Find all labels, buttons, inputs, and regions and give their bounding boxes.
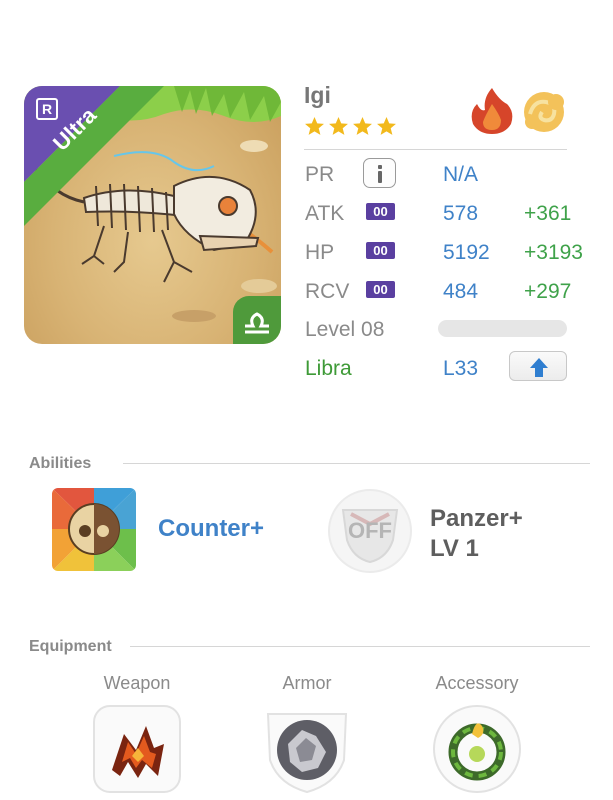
info-icon (378, 165, 382, 169)
ability-level: LV 1 (430, 535, 479, 562)
zodiac-label: Libra (305, 357, 352, 380)
arrow-up-icon (530, 358, 548, 377)
atk-bonus: +361 (524, 202, 572, 225)
hp-bonus: +3193 (524, 241, 583, 264)
accessory-icon[interactable] (432, 704, 522, 794)
rcv-plus-badge: 00 (366, 281, 395, 298)
ability-off-icon[interactable]: OFF (327, 488, 413, 574)
star-rating (304, 116, 397, 137)
wind-icon (524, 92, 564, 132)
star-icon (329, 117, 348, 135)
star-icon (305, 117, 324, 135)
off-badge-text: OFF (348, 518, 392, 543)
rcv-bonus: +297 (524, 280, 572, 303)
xp-bar (438, 320, 567, 337)
accessory-label: Accessory (435, 673, 519, 693)
divider (304, 149, 567, 150)
weapon-label: Weapon (103, 673, 171, 693)
secondary-ability-name: Panzer+ LV 1 (430, 504, 523, 564)
atk-plus-badge: 00 (366, 203, 395, 220)
counter-ability-icon[interactable] (52, 488, 136, 571)
ability-name: Counter+ (158, 515, 265, 542)
monster-name: Igi (304, 82, 331, 108)
zodiac-upgrade-button[interactable] (509, 351, 567, 381)
atk-label: ATK (305, 202, 345, 225)
divider (123, 463, 590, 464)
star-icon (353, 117, 372, 135)
rarity-icon: R (36, 98, 58, 120)
hp-label: HP (305, 241, 335, 264)
weapon-icon[interactable] (92, 704, 182, 794)
pr-label: PR (305, 163, 335, 186)
divider (130, 646, 590, 647)
star-icon (377, 117, 396, 135)
monster-portrait[interactable]: R Ultra (24, 86, 281, 344)
armor-label: Armor (282, 673, 332, 693)
rcv-value: 484 (443, 280, 479, 303)
armor-icon[interactable] (262, 704, 352, 794)
level-label: Level 08 (305, 318, 385, 341)
info-button[interactable] (363, 158, 396, 188)
pr-value: N/A (443, 163, 479, 186)
atk-value: 578 (443, 202, 479, 225)
zodiac-level: L33 (443, 357, 479, 380)
libra-icon (233, 296, 281, 344)
ability-name-line1: Panzer+ (430, 505, 523, 532)
equipment-title: Equipment (29, 638, 112, 655)
fire-icon (471, 88, 513, 134)
abilities-title: Abilities (29, 455, 92, 472)
rcv-label: RCV (305, 280, 350, 303)
hp-plus-badge: 00 (366, 242, 395, 259)
hp-value: 5192 (443, 241, 490, 264)
